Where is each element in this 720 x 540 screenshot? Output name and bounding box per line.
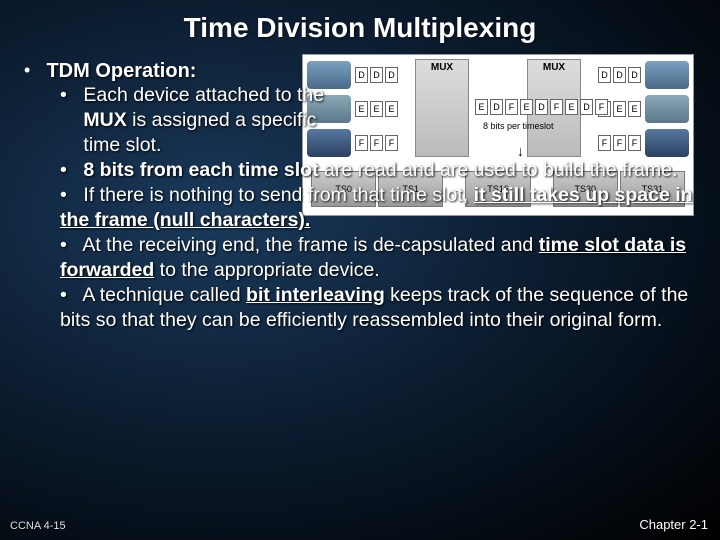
- bullet-1: Each device attached to the MUX is assig…: [60, 83, 696, 158]
- bullet-2: 8 bits from each time slot are read and …: [60, 158, 696, 183]
- bullet-5: A technique called bit interleaving keep…: [60, 283, 696, 333]
- outer-label: TDM Operation:: [46, 60, 196, 82]
- bullet-3: If there is nothing to send from that ti…: [60, 183, 696, 233]
- footer-right: Chapter 2-1: [639, 517, 708, 532]
- bullet-4: At the receiving end, the frame is de-ca…: [60, 233, 696, 283]
- footer-left: CCNA 4-15: [10, 520, 66, 532]
- outer-bullet: TDM Operation: Each device attached to t…: [24, 60, 696, 333]
- slide-title: Time Division Multiplexing: [0, 0, 720, 52]
- slide-body: TDM Operation: Each device attached to t…: [0, 52, 720, 333]
